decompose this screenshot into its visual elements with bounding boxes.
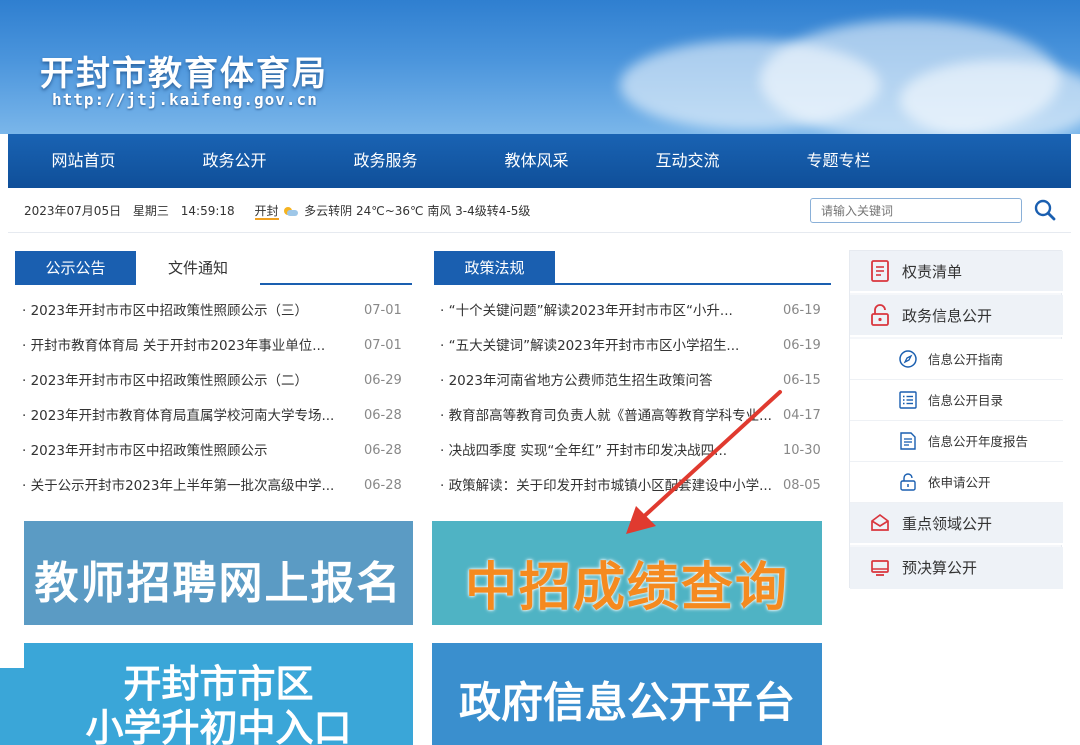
weather-text: 多云转阴 24℃~36℃ 南风 3-4级转4-5级 (304, 204, 531, 218)
nav-item-home[interactable]: 网站首页 (8, 134, 159, 188)
list-item[interactable]: · 政策解读：关于印发开封市城镇小区配套建设中小学... 08-05 (440, 471, 828, 506)
nav-item-gov-affairs[interactable]: 政务公开 (159, 134, 310, 188)
time-text: 14:59:18 (180, 204, 235, 218)
open-lock-icon (871, 304, 889, 326)
weather-icon (284, 206, 299, 217)
list-item[interactable]: · “五大关键词”解读2023年开封市市区小学招生... 06-19 (440, 331, 828, 366)
list-item[interactable]: · 关于公示开封市2023年上半年第一批次高级中学... 06-28 (22, 471, 410, 506)
info-bar: 2023年07月05日 星期三 14:59:18 开封 多云转阴 24℃~36℃… (8, 188, 1071, 233)
left-tabs: 公示公告 文件通知 (15, 251, 412, 285)
list-item[interactable]: · 开封市教育体育局 关于开封市2023年事业单位... 07-01 (22, 331, 410, 366)
tab-policies[interactable]: 政策法规 (434, 251, 555, 285)
exam-score-banner[interactable]: 中招成绩查询 (432, 521, 822, 625)
sidebar-item-annual-report[interactable]: 信息公开年度报告 (850, 421, 1063, 462)
site-url: http://jtj.kaifeng.gov.cn (52, 90, 318, 109)
teacher-recruit-banner[interactable]: 教师招聘网上报名 (24, 521, 413, 625)
sidebar-item-gov-info-open[interactable]: 政务信息公开 (850, 295, 1063, 337)
list-item[interactable]: · 2023年开封市教育体育局直属学校河南大学专场... 06-28 (22, 401, 410, 436)
list-document-icon (871, 260, 889, 282)
primary-to-middle-banner[interactable]: 开封市市区 小学升初中入口 (24, 643, 413, 745)
left-edge-decoration (0, 668, 24, 745)
tab-documents[interactable]: 文件通知 (136, 251, 260, 285)
site-title[interactable]: 开封市教育体育局 (40, 46, 328, 95)
date-text: 2023年07月05日 (24, 204, 122, 218)
list-item[interactable]: · 2023年开封市市区中招政策性照顾公示（三） 07-01 (22, 296, 410, 331)
list-item[interactable]: · 2023年开封市市区中招政策性照顾公示（二） 06-29 (22, 366, 410, 401)
nav-item-gov-service[interactable]: 政务服务 (310, 134, 461, 188)
list-item[interactable]: · 2023年开封市市区中招政策性照顾公示 06-28 (22, 436, 410, 471)
weekday-text: 星期三 (132, 204, 169, 218)
tab-announcements[interactable]: 公示公告 (15, 251, 136, 285)
nav-item-style[interactable]: 教体风采 (461, 134, 612, 188)
date-weather-text: 2023年07月05日 星期三 14:59:18 开封 多云转阴 24℃~36℃… (24, 202, 531, 220)
sidebar-item-info-catalog[interactable]: 信息公开目录 (850, 380, 1063, 421)
lock-icon (900, 473, 916, 491)
gov-info-sidebar: 权责清单 政务信息公开 信息公开指南 信息公开目录 信息公开年度报告 依申请公开… (849, 250, 1063, 589)
sidebar-item-key-areas[interactable]: 重点领域公开 (850, 503, 1063, 545)
compass-icon (899, 350, 917, 368)
search-input[interactable] (810, 198, 1022, 223)
list-item[interactable]: · “十个关键问题”解读2023年开封市市区“小升... 06-19 (440, 296, 828, 331)
sidebar-item-budget[interactable]: 预决算公开 (850, 547, 1063, 589)
nav-item-interaction[interactable]: 互动交流 (612, 134, 763, 188)
header-banner: 开封市教育体育局 http://jtj.kaifeng.gov.cn (0, 0, 1080, 134)
gov-info-platform-banner[interactable]: 政府信息公开平台 (432, 643, 822, 745)
monitor-icon (871, 560, 889, 576)
nav-item-topics[interactable]: 专题专栏 (763, 134, 914, 188)
list-item[interactable]: · 2023年河南省地方公费师范生招生政策问答 06-15 (440, 366, 828, 401)
main-nav: 网站首页 政务公开 政务服务 教体风采 互动交流 专题专栏 (8, 134, 1071, 188)
sidebar-item-info-guide[interactable]: 信息公开指南 (850, 339, 1063, 380)
report-icon (900, 432, 916, 450)
search-icon[interactable] (1032, 197, 1058, 223)
weather-city[interactable]: 开封 (254, 204, 279, 220)
list-item[interactable]: · 决战四季度 实现“全年红” 开封市印发决战四... 10-30 (440, 436, 828, 471)
list-item[interactable]: · 教育部高等教育司负责人就《普通高等教育学科专业... 04-17 (440, 401, 828, 436)
sidebar-item-apply-open[interactable]: 依申请公开 (850, 462, 1063, 503)
list-icon (899, 391, 917, 409)
envelope-icon (871, 513, 889, 531)
sidebar-item-responsibility-list[interactable]: 权责清单 (850, 251, 1063, 293)
mid-tabs: 政策法规 (434, 251, 831, 285)
